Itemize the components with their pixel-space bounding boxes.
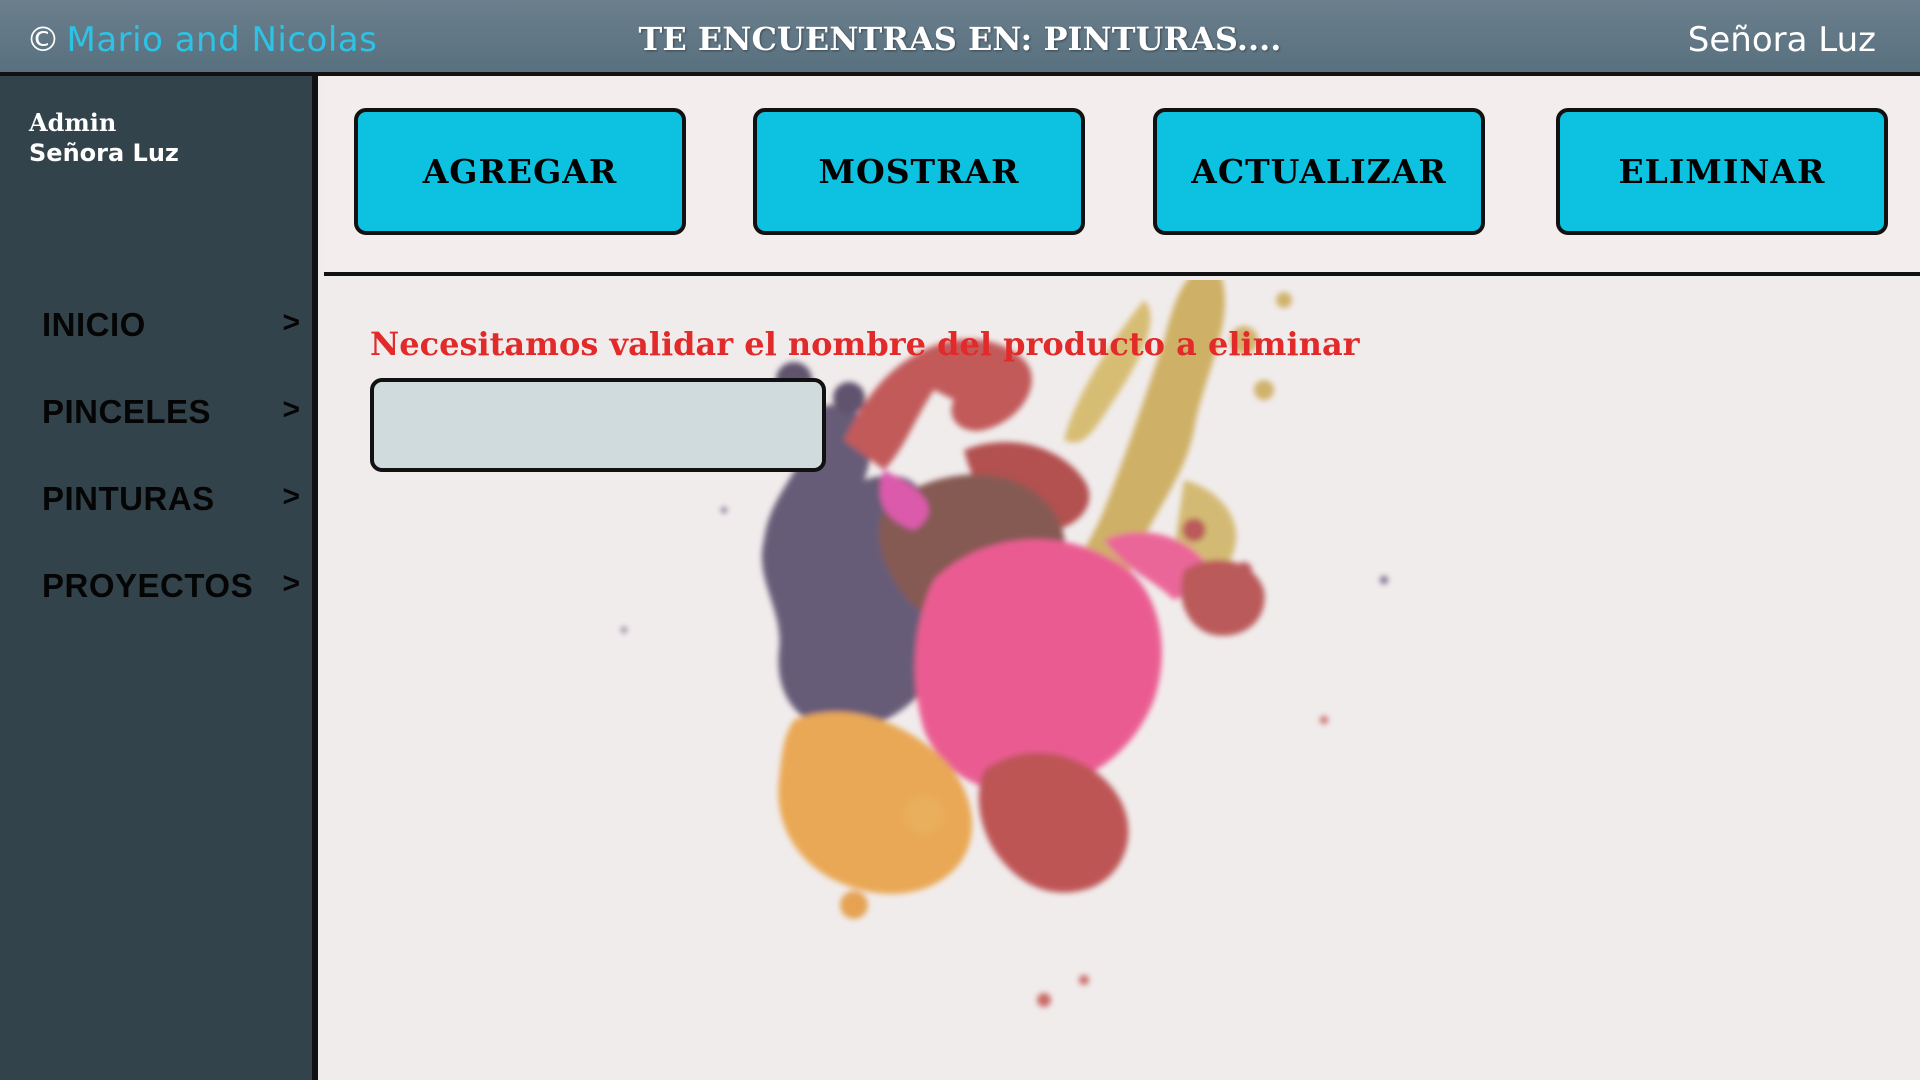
header-user-name: Señora Luz bbox=[1687, 20, 1876, 60]
update-button[interactable]: ACTUALIZAR bbox=[1153, 108, 1485, 235]
chevron-right-icon: > bbox=[282, 306, 300, 339]
sidebar-item-inicio[interactable]: INICIO > bbox=[0, 306, 312, 393]
chevron-right-icon: > bbox=[282, 567, 300, 600]
sidebar-item-label: PROYECTOS bbox=[42, 567, 254, 604]
sidebar-item-label: PINCELES bbox=[42, 393, 212, 430]
user-role: Admin bbox=[29, 108, 117, 137]
sidebar-item-pinturas[interactable]: PINTURAS > bbox=[0, 480, 312, 567]
chevron-right-icon: > bbox=[282, 393, 300, 426]
sidebar-item-pinceles[interactable]: PINCELES > bbox=[0, 393, 312, 480]
location-title: TE ENCUENTRAS EN: PINTURAS.... bbox=[638, 20, 1282, 58]
sidebar-user-name: Señora Luz bbox=[29, 139, 179, 167]
chevron-right-icon: > bbox=[282, 480, 300, 513]
product-name-input[interactable] bbox=[370, 378, 826, 472]
sidebar-item-label: PINTURAS bbox=[42, 480, 215, 517]
sidebar-item-proyectos[interactable]: PROYECTOS > bbox=[0, 567, 312, 654]
validation-prompt: Necesitamos validar el nombre del produc… bbox=[370, 325, 1360, 363]
sidebar: Admin Señora Luz INICIO > PINCELES > PIN… bbox=[0, 76, 318, 1080]
show-button[interactable]: MOSTRAR bbox=[753, 108, 1085, 235]
action-toolbar: AGREGAR MOSTRAR ACTUALIZAR ELIMINAR bbox=[324, 80, 1920, 276]
add-button[interactable]: AGREGAR bbox=[354, 108, 686, 235]
top-bar: © Mario and Nicolas TE ENCUENTRAS EN: PIN… bbox=[0, 0, 1920, 76]
delete-button[interactable]: ELIMINAR bbox=[1556, 108, 1888, 235]
main-content: Necesitamos validar el nombre del produc… bbox=[324, 280, 1920, 1080]
sidebar-menu: INICIO > PINCELES > PINTURAS > PROYECTOS… bbox=[0, 306, 312, 654]
sidebar-item-label: INICIO bbox=[42, 306, 146, 343]
